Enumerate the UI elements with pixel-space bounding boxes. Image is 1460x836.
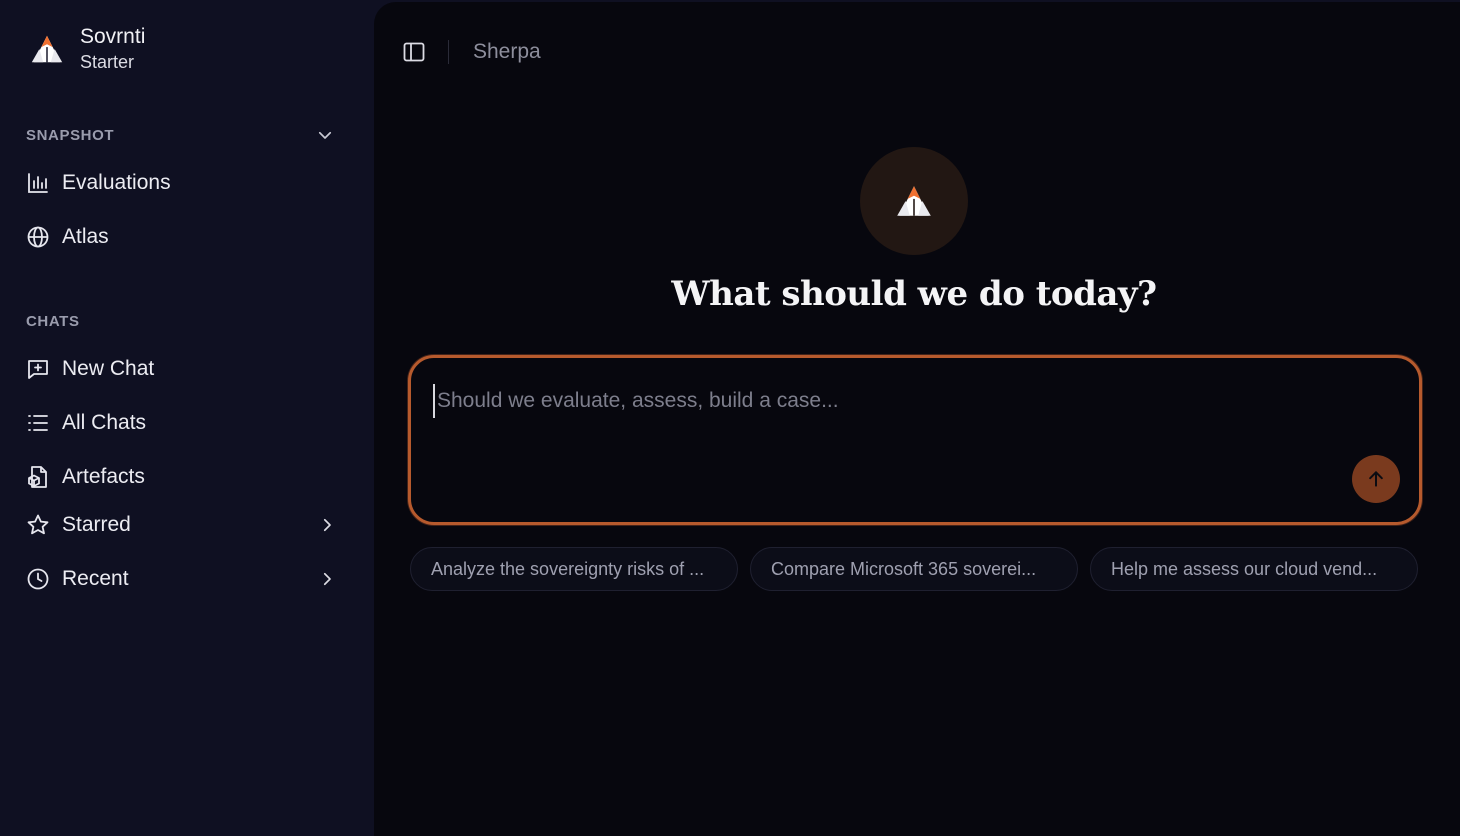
mountain-logo-icon (31, 35, 63, 63)
sidebar-item-label: Recent (62, 567, 129, 590)
topbar: Sherpa (402, 38, 541, 66)
main-panel: Sherpa What should we do today? Analyze … (374, 2, 1460, 836)
sidebar-item-evaluations[interactable]: Evaluations (26, 163, 344, 203)
prompt-box (408, 355, 1422, 525)
brand-plan: Starter (80, 52, 135, 72)
arrow-up-icon (1369, 471, 1383, 487)
breadcrumb: Sherpa (473, 40, 541, 63)
section-label-chats: CHATS (26, 313, 80, 330)
suggestion-chip[interactable]: Analyze the sovereignty risks of ... (410, 547, 738, 591)
sidebar-item-recent[interactable]: Recent (26, 559, 344, 599)
chevron-right-icon[interactable] (318, 570, 336, 588)
star-icon (27, 514, 49, 535)
brand-name: Sovrnti (80, 25, 146, 48)
sidebar-item-label: All Chats (62, 411, 147, 434)
sidebar-item-label: Evaluations (62, 171, 171, 194)
suggestion-chip[interactable]: Compare Microsoft 365 soverei... (750, 547, 1078, 591)
file-icon (28, 466, 47, 488)
sidebar-item-new-chat[interactable]: New Chat (26, 349, 344, 389)
assistant-avatar (860, 147, 968, 255)
new-chat-icon (28, 360, 48, 379)
list-icon (28, 415, 48, 431)
brand[interactable]: Sovrnti Starter (28, 24, 145, 74)
topbar-divider (448, 40, 449, 64)
mountain-logo-icon (897, 186, 931, 216)
sidebar-item-label: Atlas (62, 225, 109, 248)
sidebar-toggle-icon[interactable] (402, 40, 426, 64)
suggestion-chip[interactable]: Help me assess our cloud vend... (1090, 547, 1418, 591)
section-label-snapshot: SNAPSHOT (26, 127, 115, 144)
clock-icon (27, 568, 49, 590)
sidebar-item-artefacts[interactable]: Artefacts (26, 457, 344, 497)
sidebar: Sovrnti Starter SNAPSHOT Evaluations Atl… (0, 0, 374, 836)
sidebar-item-all-chats[interactable]: All Chats (26, 403, 344, 443)
sidebar-item-label: Artefacts (62, 465, 145, 488)
sidebar-item-label: Starred (62, 513, 131, 536)
prompt-input[interactable] (433, 384, 1353, 418)
sidebar-item-atlas[interactable]: Atlas (26, 217, 344, 257)
globe-icon (27, 226, 49, 248)
page-title: What should we do today? (671, 274, 1157, 314)
sidebar-item-label: New Chat (62, 357, 155, 380)
sidebar-item-starred[interactable]: Starred (26, 505, 344, 545)
send-button[interactable] (1352, 455, 1400, 503)
chevron-down-icon[interactable] (316, 126, 334, 144)
suggestion-list: Analyze the sovereignty risks of ... Com… (410, 547, 1418, 591)
chevron-right-icon[interactable] (318, 516, 336, 534)
app-window: Sovrnti Starter SNAPSHOT Evaluations Atl… (0, 0, 1460, 836)
bar-chart-icon (28, 173, 48, 193)
